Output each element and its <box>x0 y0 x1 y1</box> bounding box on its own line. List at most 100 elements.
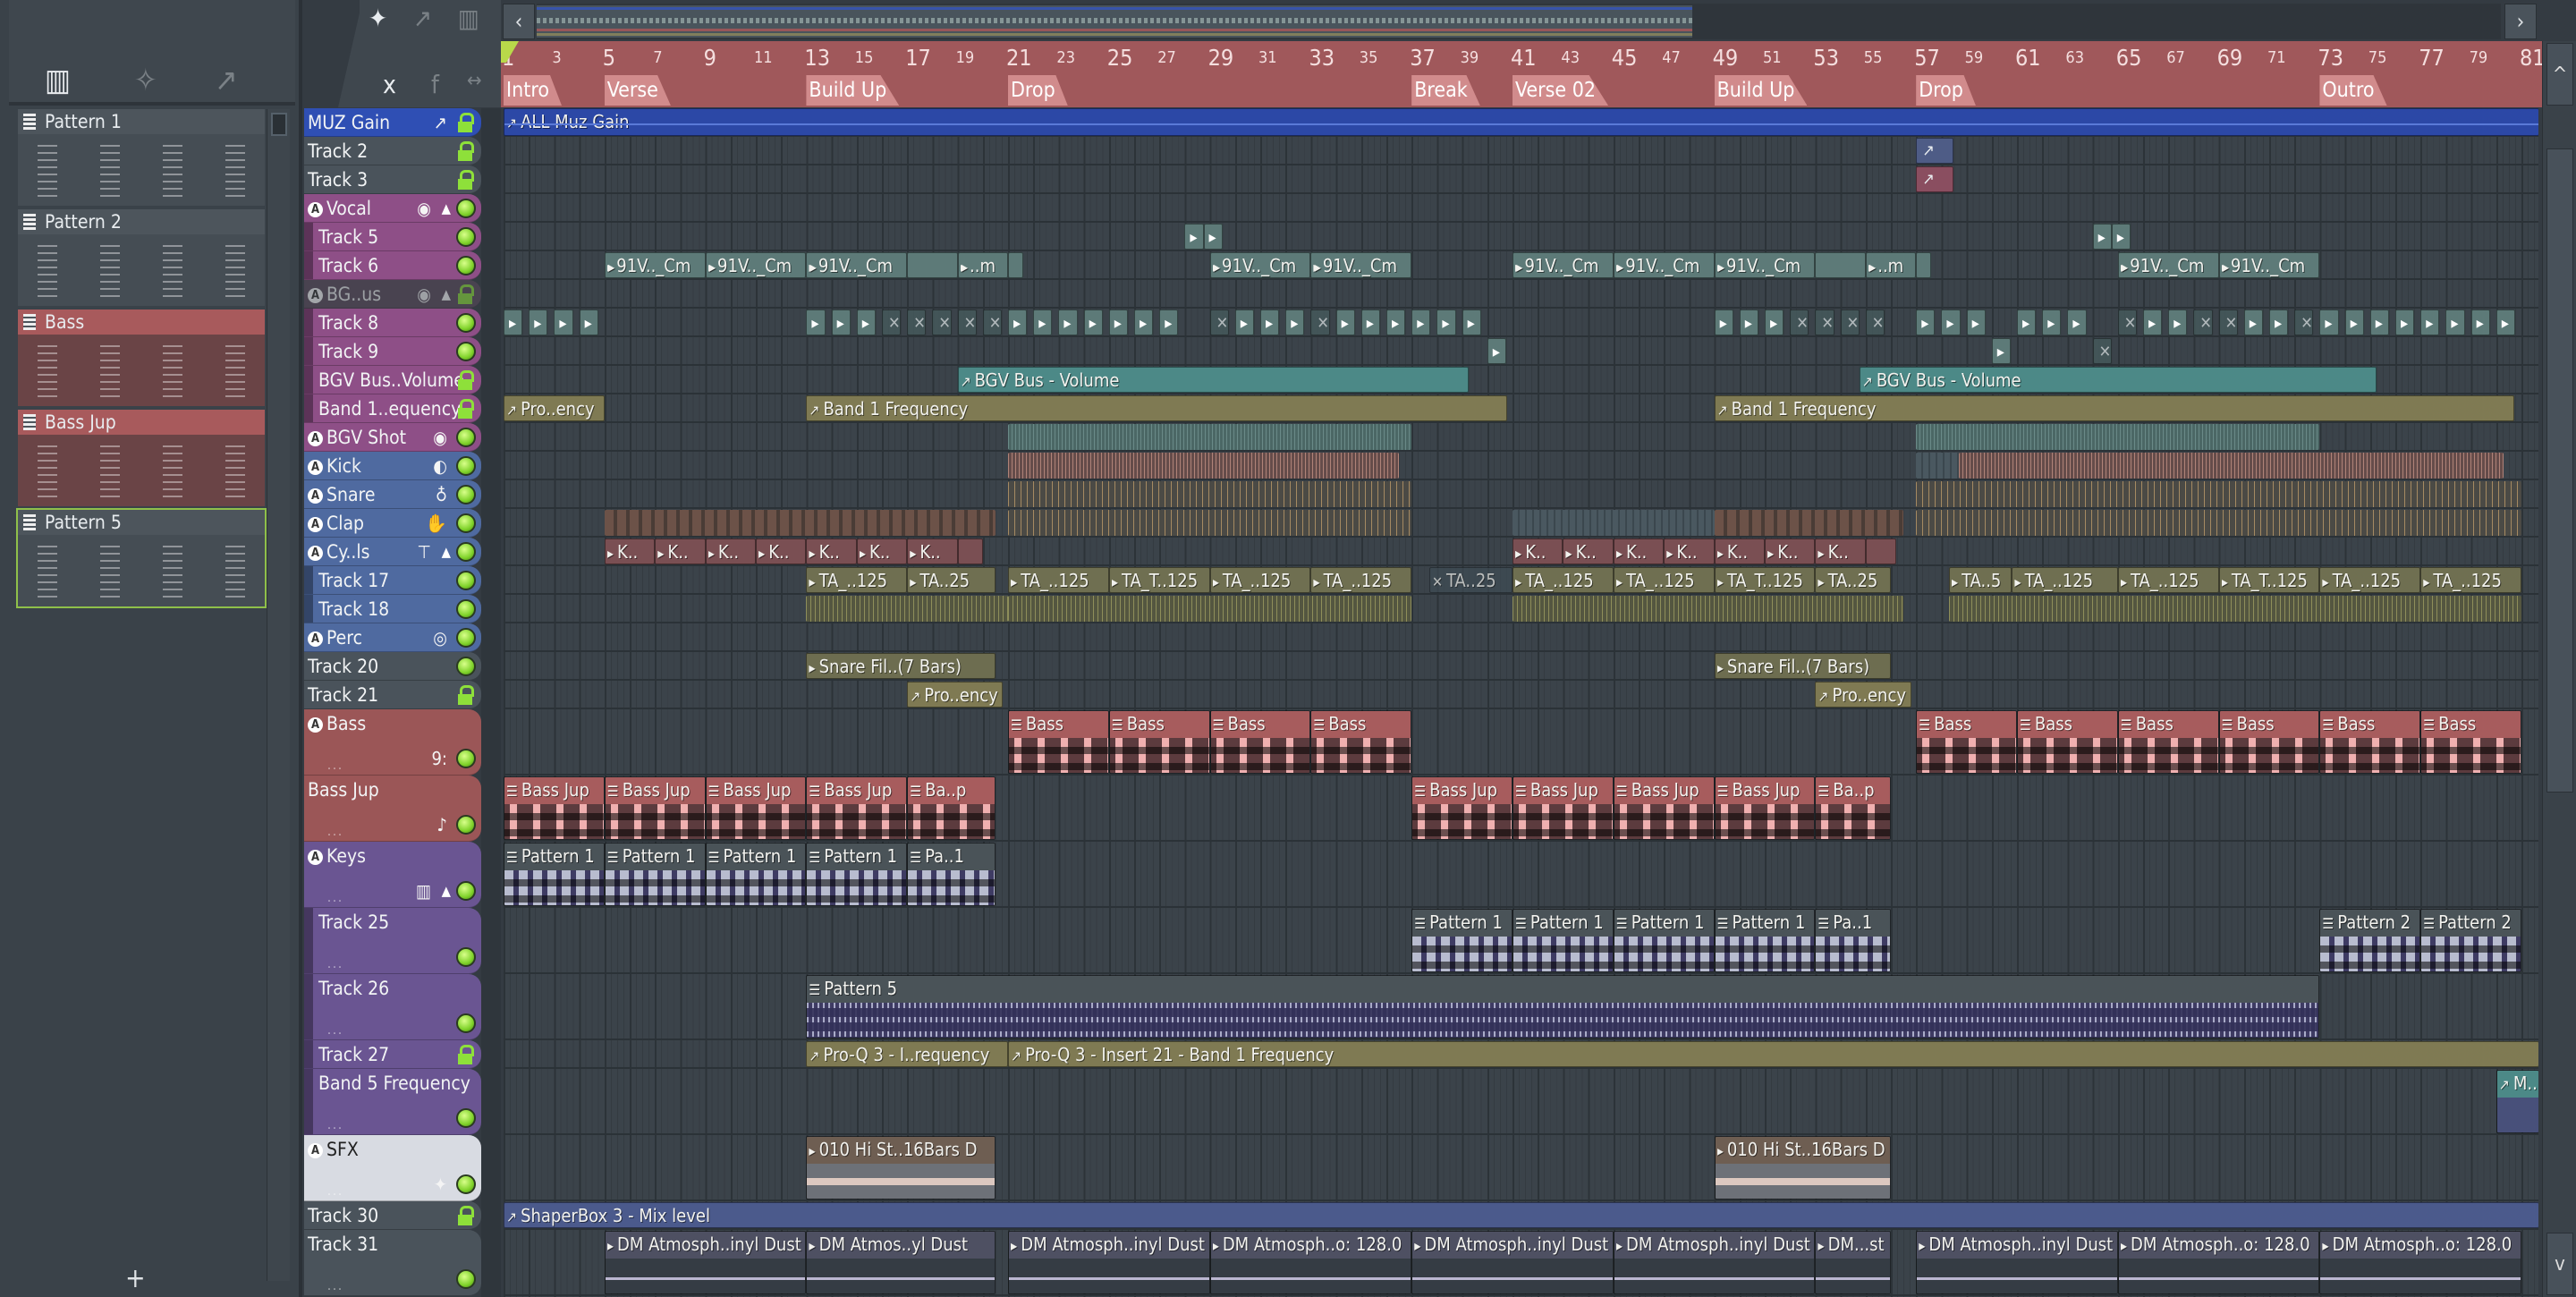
one-shot-clip[interactable] <box>2445 309 2465 335</box>
scroll-up-button[interactable]: ^ <box>2546 43 2573 106</box>
playlist-clip[interactable]: TA_..125 <box>1513 567 1614 593</box>
playlist-clip[interactable]: TA_..125 <box>2420 567 2521 593</box>
waveform-icon[interactable]: ✧ <box>134 63 157 98</box>
track-lane[interactable] <box>504 595 2538 623</box>
playlist-clip[interactable]: Pro..ency <box>504 395 605 421</box>
playlist-clip[interactable] <box>1948 596 2521 622</box>
playlist-clip[interactable]: K.. <box>1613 538 1665 564</box>
lock-icon[interactable] <box>456 1045 476 1064</box>
playlist-clip[interactable]: Bass Jup <box>806 776 908 840</box>
playlist-clip[interactable]: K.. <box>1765 538 1816 564</box>
track-header[interactable]: Track 21 <box>304 681 481 709</box>
playlist-clip[interactable]: TA_..125 <box>2012 567 2118 593</box>
track-header[interactable]: Track 9 <box>304 337 481 366</box>
playlist-clip[interactable]: DM Atmosph..inyl Dust <box>604 1231 807 1294</box>
playlist-clip[interactable] <box>1916 138 1954 164</box>
scroll-left-button[interactable]: ‹ <box>503 4 535 39</box>
playlist-clip[interactable]: K.. <box>705 538 756 564</box>
lock-icon[interactable] <box>456 284 476 304</box>
playlist-clip[interactable]: DM...st <box>1815 1231 1891 1294</box>
muted-one-shot-clip[interactable] <box>2218 309 2238 335</box>
track-lane[interactable]: Pattern 1Pattern 1Pattern 1Pattern 1Pa..… <box>504 842 2538 908</box>
one-shot-clip[interactable] <box>1714 309 1733 335</box>
playlist-clip[interactable]: TA_..125 <box>806 567 908 593</box>
playlist-clip[interactable]: Ba..p <box>907 776 996 840</box>
playlist-clip[interactable] <box>1513 510 1715 536</box>
playlist-clip[interactable]: DM Atmosph..inyl Dust <box>1008 1231 1210 1294</box>
playlist-clip[interactable] <box>1916 166 1954 192</box>
playlist-clip[interactable]: 91V.._Cm <box>604 252 706 278</box>
track-header[interactable]: Track 27 <box>304 1040 481 1069</box>
track-enable-led[interactable] <box>456 657 476 676</box>
playlist-clip[interactable]: Pattern 1 <box>1714 909 1816 972</box>
one-shot-clip[interactable] <box>1916 309 1936 335</box>
muted-one-shot-clip[interactable] <box>1815 309 1835 335</box>
playlist-clip[interactable]: Pattern 1 <box>705 843 807 906</box>
muted-one-shot-clip[interactable] <box>932 309 952 335</box>
playlist-clip[interactable]: TA_T..125 <box>2218 567 2320 593</box>
track-lane[interactable]: Bass JupBass JupBass JupBass JupBa..pBas… <box>504 776 2538 842</box>
track-header[interactable]: Track 20 <box>304 652 481 681</box>
one-shot-clip[interactable] <box>1184 224 1204 250</box>
playlist-clip[interactable]: Pattern 2 <box>2319 909 2421 972</box>
track-lane[interactable]: M.. <box>504 1069 2538 1135</box>
playlist-clip[interactable] <box>1714 510 1904 536</box>
one-shot-clip[interactable] <box>2111 224 2131 250</box>
muted-one-shot-clip[interactable] <box>1840 309 1860 335</box>
one-shot-clip[interactable] <box>856 309 876 335</box>
playlist-clip[interactable]: Band 1 Frequency <box>806 395 1508 421</box>
timeline-marker[interactable]: Build Up <box>1714 75 1808 106</box>
playlist-clip[interactable]: DM Atmosph..inyl Dust <box>1916 1231 2118 1294</box>
timeline-marker[interactable]: Break <box>1411 75 1480 106</box>
muted-one-shot-clip[interactable] <box>1310 309 1330 335</box>
playlist-clip[interactable] <box>957 538 983 564</box>
playlist-clip[interactable]: K.. <box>907 538 958 564</box>
playlist-clip[interactable]: 010 Hi St..16Bars D <box>806 1136 996 1200</box>
playlist-clip[interactable] <box>907 252 958 278</box>
playlist-clip[interactable]: Bass <box>2319 710 2421 774</box>
automation-clip-filter-icon[interactable]: ↗ <box>413 4 432 33</box>
track-lane[interactable]: BassBassBassBassBassBassBassBassBassBass <box>504 709 2538 776</box>
track-lane[interactable] <box>504 280 2538 309</box>
delete-button[interactable]: x <box>383 70 396 99</box>
playlist-clip[interactable]: Pro-Q 3 - I..requency <box>806 1041 1008 1067</box>
one-shot-clip[interactable] <box>1487 338 1506 364</box>
one-shot-clip[interactable] <box>1991 338 2011 364</box>
track-header[interactable]: Bass Jup ♪... <box>304 776 481 842</box>
one-shot-clip[interactable] <box>2420 309 2440 335</box>
track-lane[interactable] <box>504 452 2538 480</box>
track-header[interactable]: Track 5 <box>304 223 481 251</box>
playlist-clip[interactable]: ShaperBox 3 - Mix level <box>504 1202 2538 1228</box>
one-shot-clip[interactable] <box>1335 309 1355 335</box>
playlist-clip[interactable]: Snare Fil..(7 Bars) <box>1714 653 1891 679</box>
playlist-clip[interactable]: Bass Jup <box>705 776 807 840</box>
scroll-down-button[interactable]: v <box>2546 1233 2573 1295</box>
playlist-clip[interactable] <box>1008 596 1412 622</box>
playlist-clip[interactable] <box>1008 424 1412 450</box>
playlist-clip[interactable] <box>806 596 1008 622</box>
track-enable-led[interactable] <box>456 227 476 247</box>
one-shot-clip[interactable] <box>831 309 851 335</box>
track-enable-led[interactable] <box>456 815 476 835</box>
playlist-clip[interactable] <box>604 510 996 536</box>
one-shot-clip[interactable] <box>2042 309 2062 335</box>
playlist-clip[interactable]: Bass Jup <box>1411 776 1513 840</box>
playlist-clip[interactable]: Bass <box>1008 710 1109 774</box>
playlist-clip[interactable] <box>1008 252 1023 278</box>
track-header[interactable]: A BGV Shot ◉ <box>304 423 481 452</box>
add-pattern-button[interactable]: + <box>125 1263 146 1294</box>
track-enable-led[interactable] <box>456 1013 476 1033</box>
one-shot-clip[interactable] <box>2168 309 2188 335</box>
one-shot-clip[interactable] <box>2067 309 2087 335</box>
one-shot-clip[interactable] <box>1765 309 1784 335</box>
playlist-clip[interactable] <box>1008 453 1400 479</box>
muted-one-shot-clip[interactable] <box>2117 309 2137 335</box>
track-header[interactable]: Track 25... <box>304 908 481 974</box>
playlist-clip[interactable]: TA_..125 <box>1209 567 1311 593</box>
muted-one-shot-clip[interactable] <box>1790 309 1809 335</box>
one-shot-clip[interactable] <box>1260 309 1280 335</box>
track-enable-led[interactable] <box>456 513 476 533</box>
timeline-marker[interactable]: Build Up <box>806 75 900 106</box>
pattern-item[interactable]: Pattern 5 <box>16 508 267 608</box>
track-lane[interactable] <box>504 480 2538 509</box>
